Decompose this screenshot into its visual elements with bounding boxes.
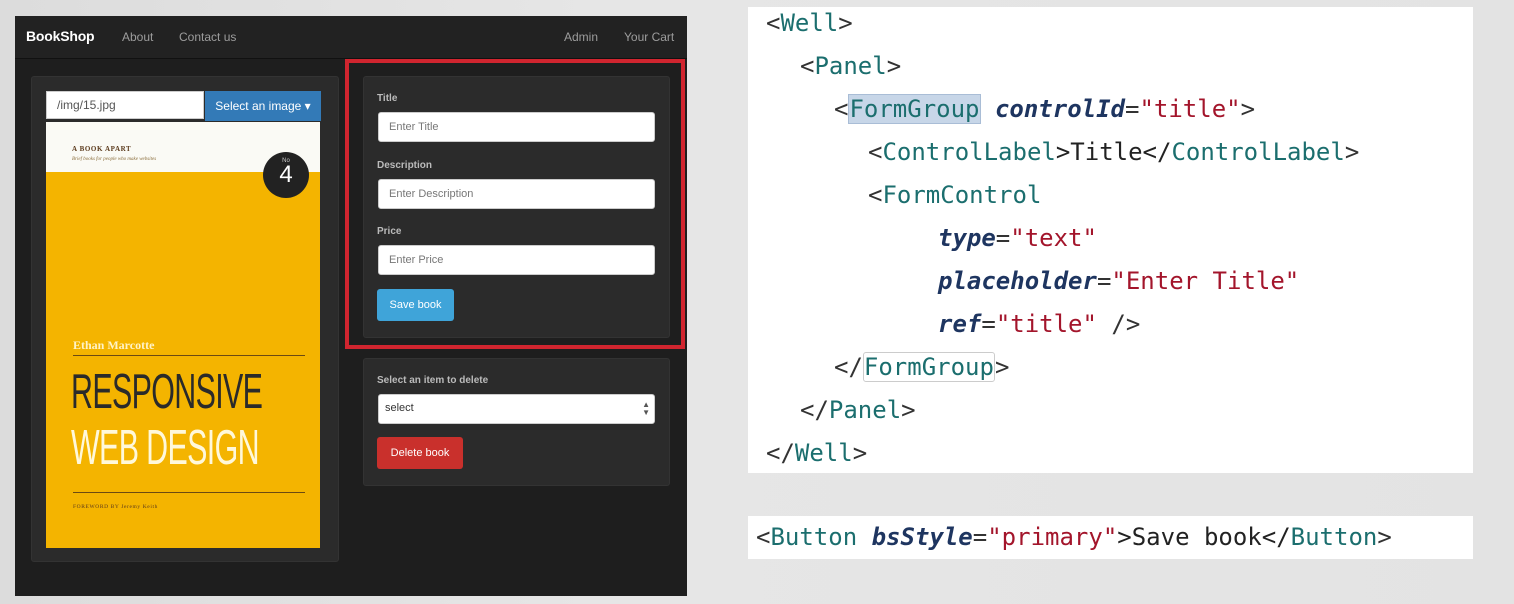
cover-author: Ethan Marcotte [73,338,155,352]
cover-tagline: Brief books for people who make websites [72,157,157,162]
cover-number-badge: No 4 [263,152,309,198]
highlight-outline [345,59,685,349]
button-code-panel: <Button bsStyle="primary">Save book</But… [748,516,1473,559]
code-panel: <Well> <Panel> <FormGroup controlId="tit… [748,7,1473,473]
delete-select-label: Select an item to delete [377,375,489,386]
nav-about[interactable]: About [122,30,153,44]
nav-contact-us[interactable]: Contact us [179,30,236,44]
code-line-10: </Panel> [800,396,916,424]
cover-title-line2: WEB DESIGN [71,421,260,475]
cover-publisher: A BOOK APART [72,145,132,153]
bookshop-app-screenshot: BookShop About Contact us Admin Your Car… [15,16,687,596]
select-value: select [385,402,414,414]
brand-link[interactable]: BookShop [26,28,95,44]
navbar: BookShop About Contact us Admin Your Car… [15,16,687,59]
code-line-2: <Panel> [800,52,902,80]
code-line-4: <ControlLabel>Title</ControlLabel> [868,138,1360,166]
nav-your-cart[interactable]: Your Cart [624,30,674,44]
code-line-1: <Well> [766,9,853,37]
cover-rule-top [73,355,305,356]
book-cover-image: A BOOK APART Brief books for people who … [46,122,320,548]
cover-title-line1: RESPONSIVE [71,365,263,419]
code-block: <Well> <Panel> <FormGroup controlId="tit… [766,7,1359,467]
button-code-line: <Button bsStyle="primary">Save book</But… [756,523,1392,551]
badge-number: 4 [279,161,293,188]
nav-admin[interactable]: Admin [564,30,598,44]
formgroup-close-box: FormGroup [862,352,995,382]
code-line-6: type="text" [938,224,1097,252]
code-line-11: </Well> [766,439,868,467]
code-line-3: <FormGroup controlId="title"> [834,94,1256,124]
code-line-7: placeholder="Enter Title" [938,267,1300,295]
formgroup-highlight: FormGroup [848,94,981,124]
code-line-5: <FormControl [868,181,1042,209]
code-line-8: ref="title" /> [938,310,1141,338]
select-arrows-icon: ▲ ▼ [642,400,650,417]
cover-foreword: FOREWORD BY Jeremy Keith [73,504,158,510]
select-image-dropdown[interactable]: Select an image ▾ [205,91,321,121]
code-line-9: </FormGroup> [834,352,1010,382]
image-path-input[interactable] [46,91,204,119]
cover-rule-bottom [73,492,305,493]
delete-item-select[interactable]: select ▲ ▼ [378,394,655,424]
delete-book-button[interactable]: Delete book [377,437,463,469]
